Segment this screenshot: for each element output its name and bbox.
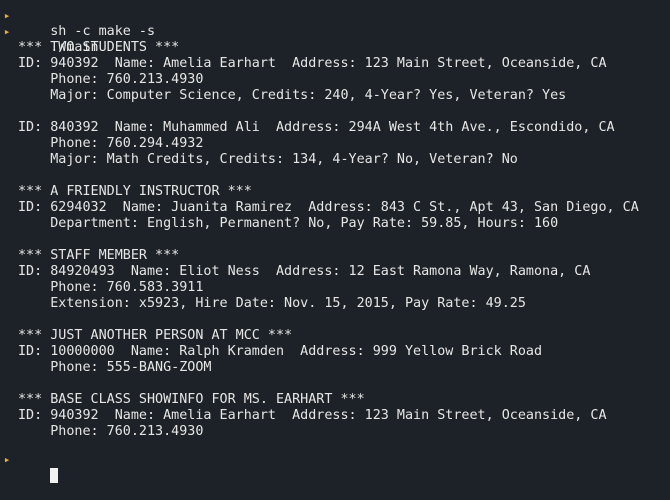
output-line: ID: 84920493 Name: Eliot Ness Address: 1… <box>18 264 591 279</box>
section-heading: *** A FRIENDLY INSTRUCTOR *** <box>18 184 252 199</box>
command-line: ▸ ./main <box>4 24 670 55</box>
output-line: Department: English, Permanent? No, Pay … <box>18 216 559 231</box>
output-line: Phone: 555-BANG-ZOOM <box>18 360 212 375</box>
terminal-window[interactable]: ▸ sh -c make -s ▸ ./main *** TWO STUDENTS … <box>0 0 670 500</box>
output-line: ID: 940392 Name: Amelia Earhart Address:… <box>18 56 607 71</box>
section-heading: *** BASE CLASS SHOWINFO FOR MS. EARHART … <box>18 392 365 407</box>
output-line: Major: Math Credits, Credits: 134, 4-Yea… <box>18 152 518 167</box>
output-line: ID: 10000000 Name: Ralph Kramden Address… <box>18 344 543 359</box>
section-heading: *** STAFF MEMBER *** <box>18 248 180 263</box>
output-line: ID: 6294032 Name: Juanita Ramirez Addres… <box>18 200 639 215</box>
section-heading: *** TWO STUDENTS *** <box>18 40 180 55</box>
section-heading: *** JUST ANOTHER PERSON AT MCC *** <box>18 328 293 343</box>
prompt-arrow-icon: ▸ <box>3 453 11 466</box>
command-line: ▸ sh -c make -s <box>4 8 670 39</box>
output-line: Phone: 760.583.3911 <box>18 280 204 295</box>
prompt-arrow-icon: ▸ <box>3 9 11 22</box>
output-line: Major: Computer Science, Credits: 240, 4… <box>18 88 567 103</box>
active-prompt-line[interactable]: ▸ <box>4 452 670 483</box>
output-line: ID: 940392 Name: Amelia Earhart Address:… <box>18 408 607 423</box>
output-line: Phone: 760.213.4930 <box>18 424 204 439</box>
output-line: Phone: 760.294.4932 <box>18 136 204 151</box>
output-line: ID: 840392 Name: Muhammed Ali Address: 2… <box>18 120 615 135</box>
output-line: Extension: x5923, Hire Date: Nov. 15, 20… <box>18 296 526 311</box>
output-line: Phone: 760.213.4930 <box>18 72 204 87</box>
text-cursor <box>50 468 59 483</box>
prompt-arrow-icon: ▸ <box>3 25 11 38</box>
